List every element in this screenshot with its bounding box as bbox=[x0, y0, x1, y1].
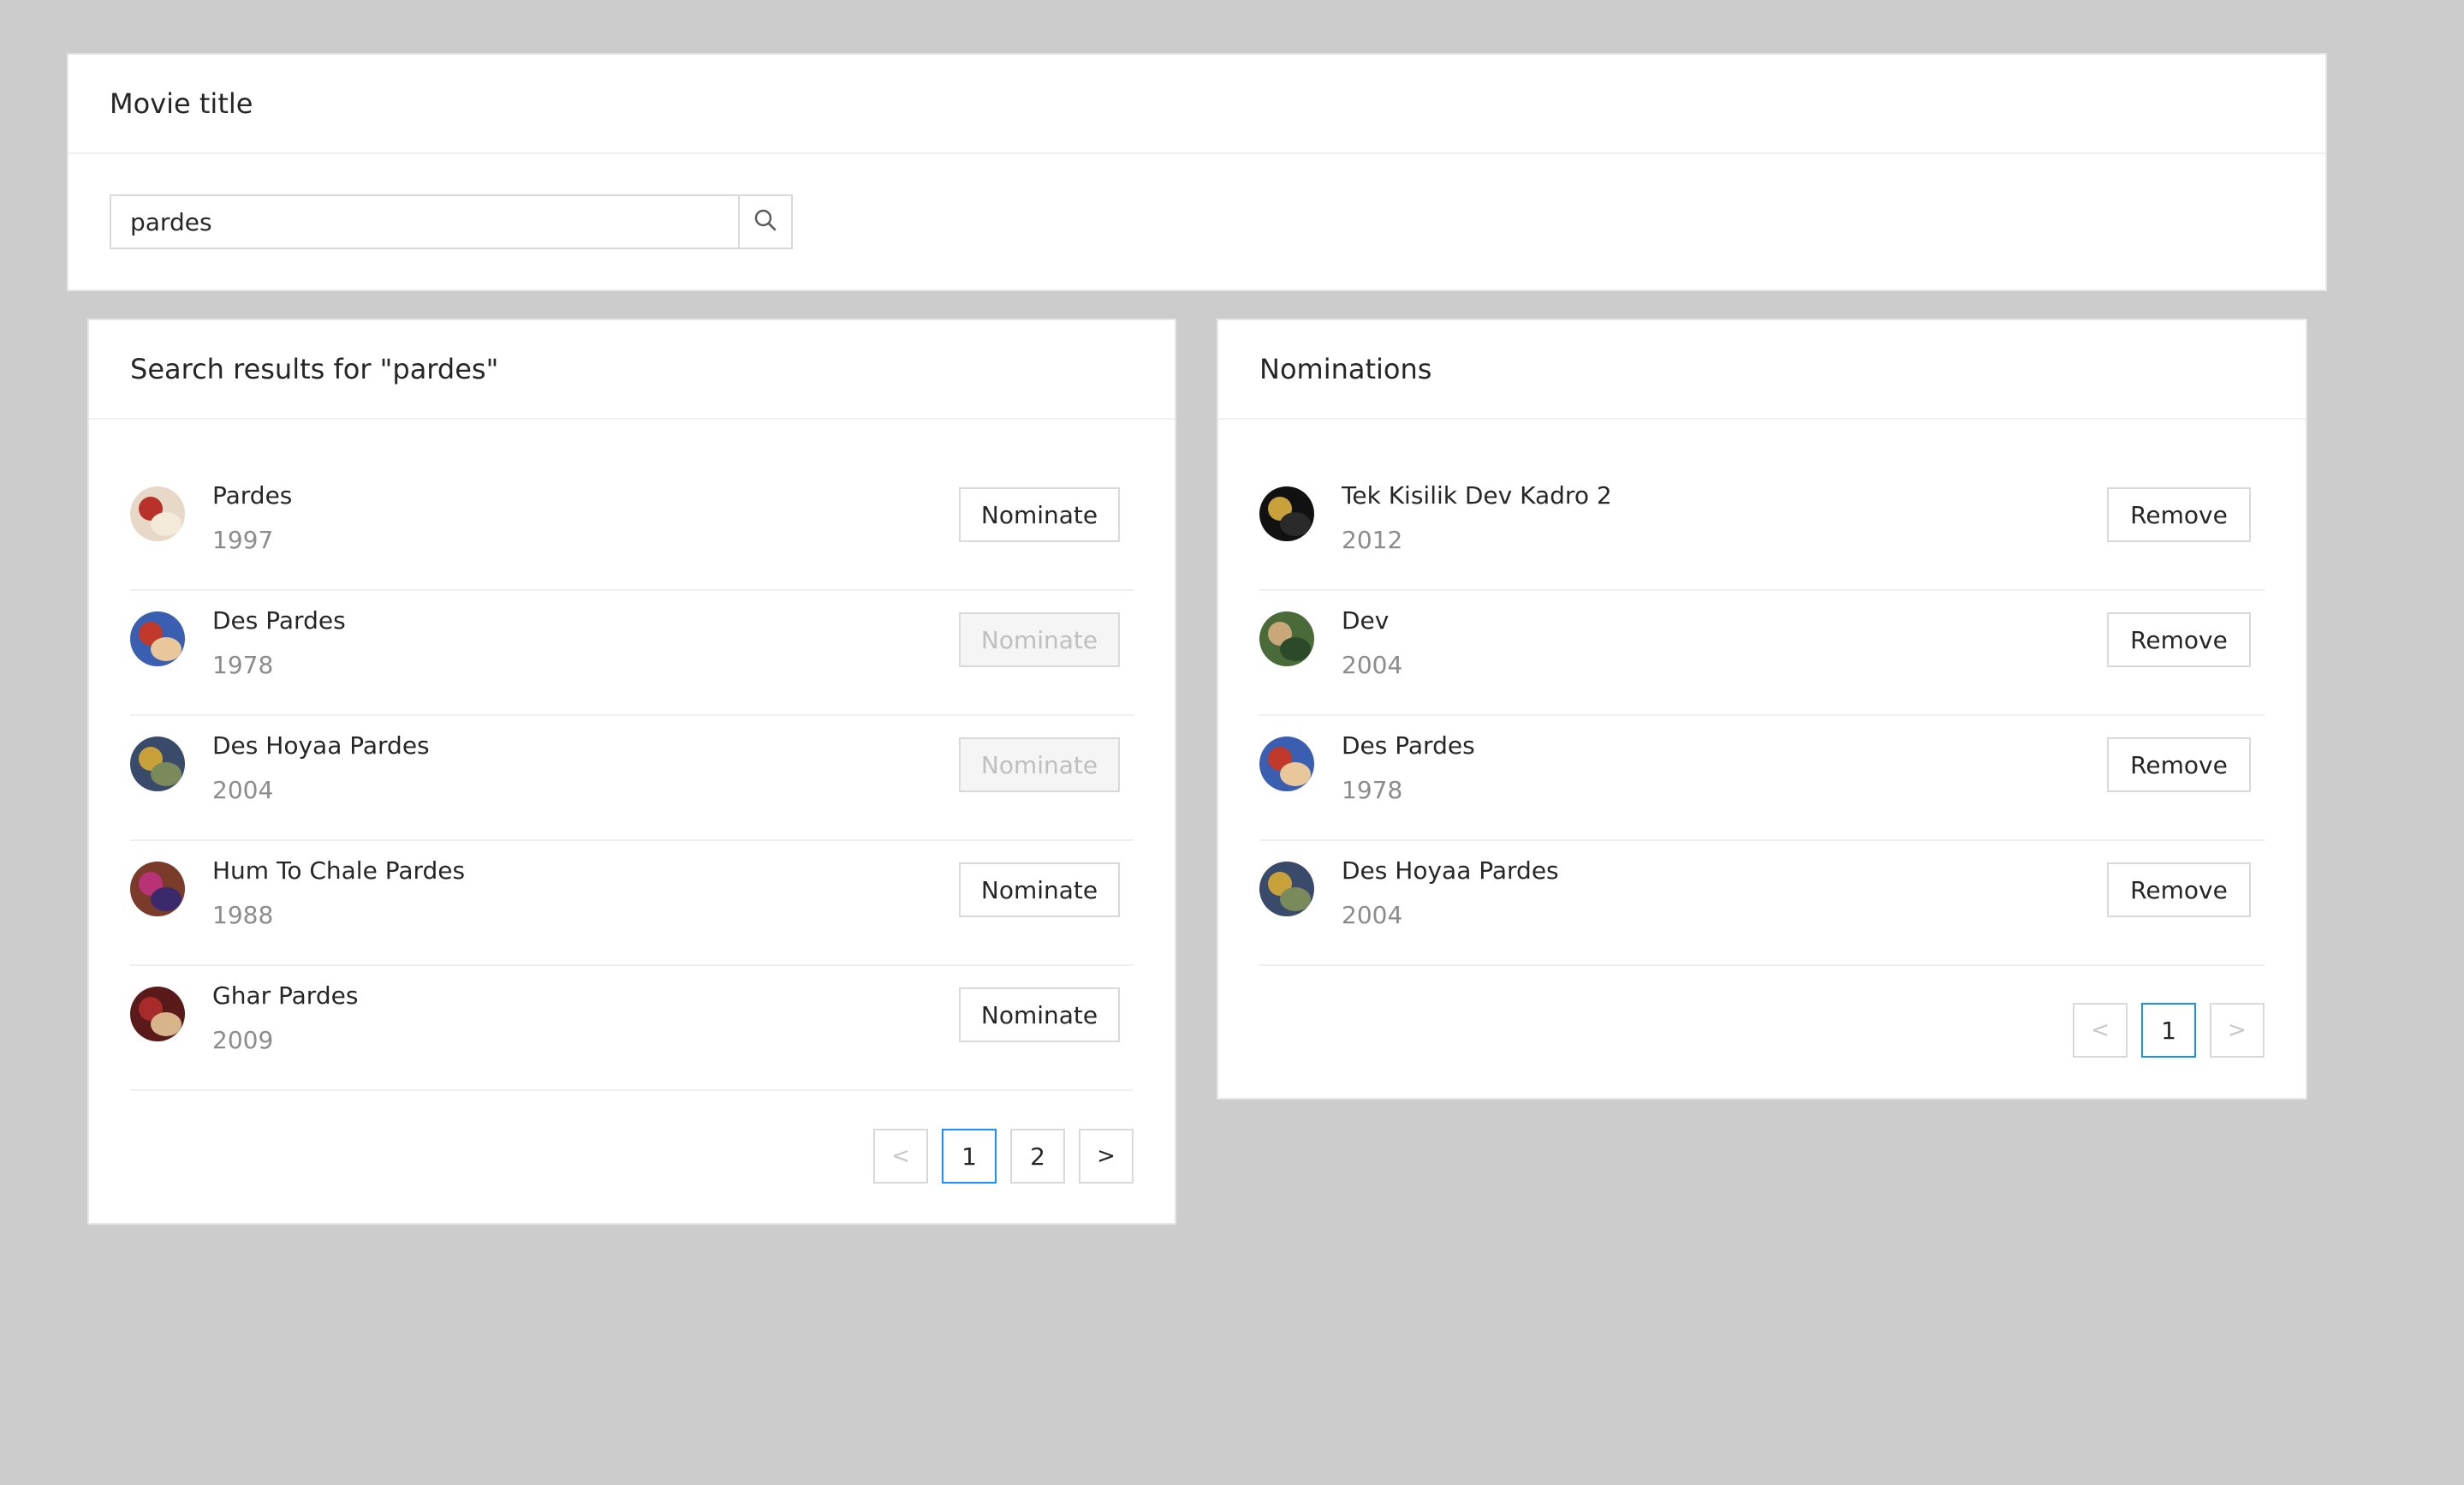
movie-year: 2009 bbox=[212, 1026, 274, 1054]
chevron-left-icon: < bbox=[891, 1143, 910, 1169]
remove-button[interactable]: Remove bbox=[2107, 487, 2251, 542]
movie-year: 2004 bbox=[1342, 901, 1403, 929]
poster-thumbnail bbox=[130, 486, 185, 541]
movie-year: 1978 bbox=[1342, 776, 1403, 804]
chevron-right-icon: > bbox=[2228, 1017, 2247, 1043]
nominations-pagination: <1 > bbox=[2073, 1003, 2265, 1058]
remove-button[interactable]: Remove bbox=[2107, 612, 2251, 667]
movie-title: Tek Kisilik Dev Kadro 2 bbox=[1342, 481, 1612, 510]
search-panel: Movie title bbox=[67, 53, 2327, 291]
movie-title: Des Hoyaa Pardes bbox=[1342, 856, 1559, 885]
nominate-button[interactable]: Nominate bbox=[959, 862, 1120, 917]
poster-thumbnail bbox=[1259, 486, 1314, 541]
movie-title: Des Pardes bbox=[1342, 731, 1475, 760]
poster-thumbnail bbox=[130, 862, 185, 916]
movie-year: 2004 bbox=[1342, 651, 1403, 679]
movie-year: 1997 bbox=[212, 526, 274, 554]
search-result-item: Des Pardes 1978 Nominate bbox=[130, 591, 1134, 716]
nominate-button[interactable]: Nominate bbox=[959, 487, 1120, 542]
nominations-heading: Nominations bbox=[1218, 320, 2306, 420]
remove-button[interactable]: Remove bbox=[2107, 737, 2251, 792]
movie-year: 1978 bbox=[212, 651, 274, 679]
movie-title: Hum To Chale Pardes bbox=[212, 856, 466, 885]
movie-year: 2004 bbox=[212, 776, 274, 804]
search-results-pagination: <1 2 > bbox=[873, 1129, 1134, 1184]
search-results-panel: Search results for "pardes" Pardes 1997 No… bbox=[87, 319, 1176, 1225]
poster-thumbnail bbox=[1259, 737, 1314, 791]
movie-year: 1988 bbox=[212, 901, 274, 929]
nomination-item: Des Pardes 1978 Remove bbox=[1259, 716, 2265, 841]
search-result-item: Hum To Chale Pardes 1988 Nominate bbox=[130, 841, 1134, 966]
search-result-item: Des Hoyaa Pardes 2004 Nominate bbox=[130, 716, 1134, 841]
search-input[interactable] bbox=[110, 194, 738, 249]
nomination-item: Dev 2004 Remove bbox=[1259, 591, 2265, 716]
search-result-item: Ghar Pardes 2009 Nominate bbox=[130, 966, 1134, 1091]
page-2-button[interactable]: 2 bbox=[1010, 1129, 1065, 1184]
nomination-item: Des Hoyaa Pardes 2004 Remove bbox=[1259, 841, 2265, 966]
search-icon bbox=[753, 207, 778, 236]
search-panel-heading: Movie title bbox=[68, 55, 2325, 154]
search-bar bbox=[110, 194, 793, 249]
nominate-button: Nominate bbox=[959, 737, 1120, 792]
search-result-item: Pardes 1997 Nominate bbox=[130, 466, 1134, 591]
nominations-panel: Nominations Tek Kisilik Dev Kadro 2 2012 R… bbox=[1217, 319, 2307, 1100]
poster-thumbnail bbox=[130, 737, 185, 791]
movie-title: Dev bbox=[1342, 606, 1390, 635]
movie-title: Des Hoyaa Pardes bbox=[212, 731, 430, 760]
page-1-button[interactable]: 1 bbox=[2141, 1003, 2196, 1058]
chevron-right-icon: > bbox=[1097, 1143, 1116, 1169]
nominations-list: Tek Kisilik Dev Kadro 2 2012 Remove Dev 2004… bbox=[1259, 466, 2265, 966]
remove-button[interactable]: Remove bbox=[2107, 862, 2251, 917]
chevron-left-icon: < bbox=[2091, 1017, 2110, 1043]
prev-page-button[interactable]: < bbox=[873, 1129, 928, 1184]
search-results-heading: Search results for "pardes" bbox=[89, 320, 1175, 420]
movie-title: Ghar Pardes bbox=[212, 981, 359, 1010]
poster-thumbnail bbox=[130, 611, 185, 666]
next-page-button[interactable]: > bbox=[1079, 1129, 1134, 1184]
next-page-button[interactable]: > bbox=[2210, 1003, 2265, 1058]
movie-title: Pardes bbox=[212, 481, 293, 510]
poster-thumbnail bbox=[1259, 611, 1314, 666]
nominate-button: Nominate bbox=[959, 612, 1120, 667]
prev-page-button[interactable]: < bbox=[2073, 1003, 2128, 1058]
page-1-button[interactable]: 1 bbox=[942, 1129, 997, 1184]
poster-thumbnail bbox=[130, 987, 185, 1041]
movie-title: Des Pardes bbox=[212, 606, 346, 635]
search-results-list: Pardes 1997 Nominate Des Pardes 1978 Nominate… bbox=[130, 466, 1134, 1091]
nomination-item: Tek Kisilik Dev Kadro 2 2012 Remove bbox=[1259, 466, 2265, 591]
search-button[interactable] bbox=[738, 194, 793, 249]
movie-year: 2012 bbox=[1342, 526, 1403, 554]
poster-thumbnail bbox=[1259, 862, 1314, 916]
nominate-button[interactable]: Nominate bbox=[959, 987, 1120, 1042]
